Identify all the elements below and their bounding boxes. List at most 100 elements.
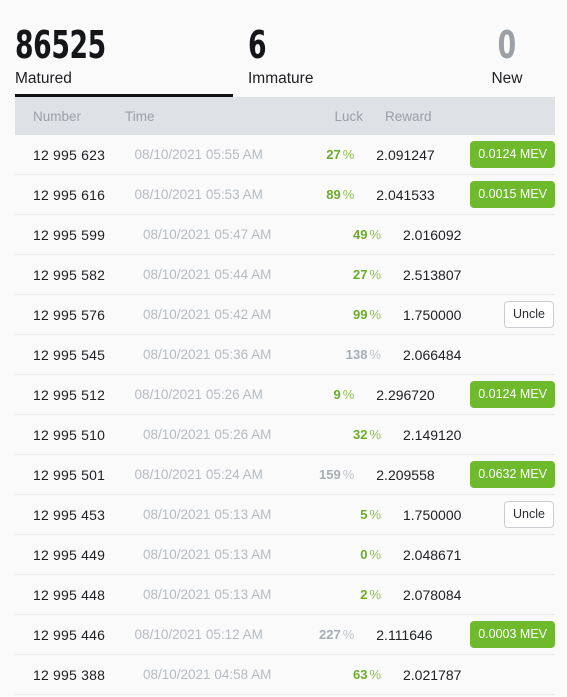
luck-value: 2 — [360, 587, 368, 602]
mev-badge[interactable]: 0.0015 MEV — [470, 181, 555, 208]
mev-badge[interactable]: 0.0124 MEV — [470, 141, 555, 168]
cell-time: 08/10/2021 05:44 AM — [143, 267, 272, 282]
column-header-reward[interactable]: Reward — [363, 109, 455, 124]
tab-matured[interactable]: 86525 Matured — [0, 0, 233, 97]
table-row[interactable]: 12 995 510 08/10/2021 05:26 AM 32% 2.149120 — [15, 415, 555, 455]
cell-reward: 2.078084 — [403, 586, 462, 603]
cell-block-number[interactable]: 12 995 616 — [15, 187, 135, 203]
cell-time: 08/10/2021 05:47 AM — [143, 227, 272, 242]
luck-value: 89 — [326, 187, 341, 202]
cell-block-number[interactable]: 12 995 512 — [15, 387, 135, 403]
tab-label-immature: Immature — [248, 70, 314, 87]
cell-block-number[interactable]: 12 995 545 — [15, 347, 143, 363]
luck-value: 99 — [352, 307, 368, 322]
cell-luck: 49% — [323, 227, 381, 242]
cell-luck: 89% — [301, 187, 354, 202]
blocks-page: 86525 Matured 6 Immature 0 New Number Time Lu… — [0, 0, 567, 697]
luck-value: 0 — [360, 547, 368, 562]
cell-block-number[interactable]: 12 995 501 — [15, 467, 135, 483]
cell-block-number[interactable]: 12 995 449 — [15, 547, 143, 563]
cell-reward: 2.091247 — [376, 146, 435, 163]
luck-value: 9 — [333, 387, 341, 402]
cell-reward: 2.016092 — [403, 226, 462, 243]
luck-value: 27 — [326, 147, 341, 162]
table-row[interactable]: 12 995 512 08/10/2021 05:26 AM 9% 2.296720 0… — [15, 375, 555, 415]
cell-reward: 2.111646 — [376, 626, 433, 643]
table-row[interactable]: 12 995 623 08/10/2021 05:55 AM 27% 2.091247… — [15, 135, 555, 175]
cell-luck: 2% — [323, 587, 381, 602]
cell-block-number[interactable]: 12 995 510 — [15, 427, 143, 443]
mev-badge[interactable]: 0.0124 MEV — [470, 381, 555, 408]
cell-block-number[interactable]: 12 995 623 — [15, 147, 135, 163]
mev-badge[interactable]: 0.0003 MEV — [470, 621, 555, 648]
cell-block-number[interactable]: 12 995 576 — [15, 307, 143, 323]
tab-value-new: 0 — [497, 23, 517, 67]
luck-percent-sign: % — [369, 307, 381, 322]
cell-time: 08/10/2021 05:26 AM — [143, 427, 272, 442]
cell-badge: Uncle — [495, 301, 555, 328]
column-header-number[interactable]: Number — [15, 109, 125, 124]
luck-percent-sign: % — [369, 587, 381, 602]
table-body: 12 995 623 08/10/2021 05:55 AM 27% 2.091247… — [0, 135, 567, 695]
table-row[interactable]: 12 995 448 08/10/2021 05:13 AM 2% 2.078084 — [15, 575, 555, 615]
cell-block-number[interactable]: 12 995 599 — [15, 227, 143, 243]
cell-time: 08/10/2021 05:13 AM — [143, 547, 272, 562]
tab-value-immature: 6 — [248, 23, 267, 67]
cell-badge: 0.0015 MEV — [461, 181, 555, 208]
luck-value: 227 — [319, 627, 341, 642]
table-header-row: Number Time Luck Reward — [15, 97, 555, 135]
table-row[interactable]: 12 995 453 08/10/2021 05:13 AM 5% 1.750000 U… — [15, 495, 555, 535]
cell-badge: 0.0124 MEV — [461, 381, 555, 408]
luck-percent-sign: % — [342, 467, 355, 482]
luck-value: 138 — [345, 347, 368, 362]
table-row[interactable]: 12 995 582 08/10/2021 05:44 AM 27% 2.513807 — [15, 255, 555, 295]
table-row[interactable]: 12 995 388 08/10/2021 04:58 AM 63% 2.021787 — [15, 655, 555, 695]
table-row[interactable]: 12 995 616 08/10/2021 05:53 AM 89% 2.041533… — [15, 175, 555, 215]
uncle-badge[interactable]: Uncle — [504, 501, 554, 528]
luck-percent-sign: % — [369, 347, 381, 362]
table-row[interactable]: 12 995 599 08/10/2021 05:47 AM 49% 2.016092 — [15, 215, 555, 255]
column-header-time[interactable]: Time — [125, 109, 305, 124]
cell-reward: 2.513807 — [403, 266, 462, 283]
luck-percent-sign: % — [369, 547, 381, 562]
luck-value: 159 — [319, 467, 341, 482]
cell-luck: 27% — [301, 147, 354, 162]
tab-immature[interactable]: 6 Immature — [233, 0, 447, 97]
cell-reward: 2.149120 — [403, 426, 462, 443]
cell-reward: 2.021787 — [403, 666, 462, 683]
cell-time: 08/10/2021 05:36 AM — [143, 347, 272, 362]
cell-block-number[interactable]: 12 995 388 — [15, 667, 143, 683]
cell-reward: 1.750000 — [403, 506, 462, 523]
cell-luck: 27% — [323, 267, 381, 282]
cell-block-number[interactable]: 12 995 448 — [15, 587, 143, 603]
cell-time: 08/10/2021 05:24 AM — [134, 467, 263, 482]
cell-block-number[interactable]: 12 995 582 — [15, 267, 143, 283]
table-row[interactable]: 12 995 449 08/10/2021 05:13 AM 0% 2.048671 — [15, 535, 555, 575]
cell-time: 08/10/2021 05:13 AM — [143, 507, 272, 522]
cell-luck: 5% — [323, 507, 381, 522]
blocks-table: Number Time Luck Reward 12 995 623 08/10/… — [0, 97, 567, 695]
table-row[interactable]: 12 995 576 08/10/2021 05:42 AM 99% 1.750000… — [15, 295, 555, 335]
luck-percent-sign: % — [369, 427, 381, 442]
table-row[interactable]: 12 995 501 08/10/2021 05:24 AM 159% 2.20955… — [15, 455, 555, 495]
luck-percent-sign: % — [342, 387, 355, 402]
uncle-badge[interactable]: Uncle — [504, 301, 554, 328]
table-row[interactable]: 12 995 545 08/10/2021 05:36 AM 138% 2.06648… — [15, 335, 555, 375]
cell-luck: 138% — [323, 347, 381, 362]
table-row[interactable]: 12 995 446 08/10/2021 05:12 AM 227% 2.11164… — [15, 615, 555, 655]
cell-time: 08/10/2021 04:58 AM — [143, 667, 272, 682]
column-header-luck[interactable]: Luck — [305, 109, 363, 124]
cell-luck: 227% — [301, 627, 354, 642]
luck-value: 49 — [352, 227, 368, 242]
cell-time: 08/10/2021 05:42 AM — [143, 307, 272, 322]
cell-block-number[interactable]: 12 995 453 — [15, 507, 143, 523]
luck-value: 5 — [360, 507, 368, 522]
cell-badge: 0.0632 MEV — [461, 461, 555, 488]
summary-tabs: 86525 Matured 6 Immature 0 New — [0, 0, 567, 97]
mev-badge[interactable]: 0.0632 MEV — [470, 461, 555, 488]
cell-block-number[interactable]: 12 995 446 — [15, 627, 135, 643]
tab-new[interactable]: 0 New — [447, 0, 567, 97]
luck-percent-sign: % — [369, 267, 381, 282]
tab-label-new: New — [491, 70, 523, 87]
cell-reward: 2.066484 — [403, 346, 462, 363]
